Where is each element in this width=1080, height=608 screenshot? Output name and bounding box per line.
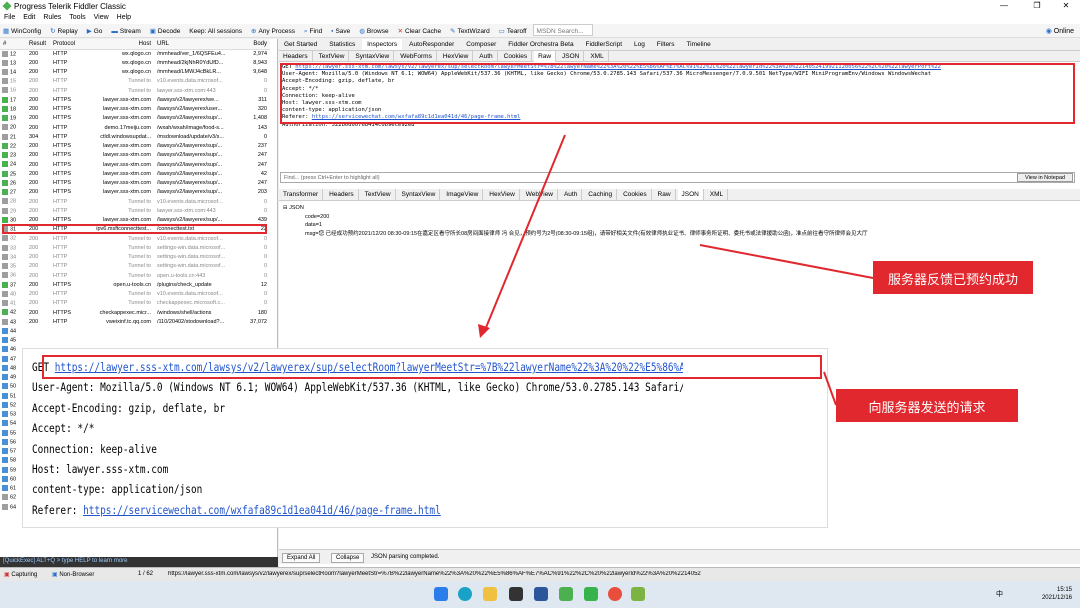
arrow-response-note xyxy=(699,244,874,279)
annotation-arrows xyxy=(478,134,874,406)
arrow-request-to-zoom xyxy=(484,134,566,331)
arrowhead-icon xyxy=(478,324,490,338)
response-annotation: 服务器反馈已预约成功 xyxy=(873,261,1033,294)
arrow-request-note xyxy=(823,371,837,406)
request-annotation: 向服务器发送的请求 xyxy=(836,389,1018,422)
